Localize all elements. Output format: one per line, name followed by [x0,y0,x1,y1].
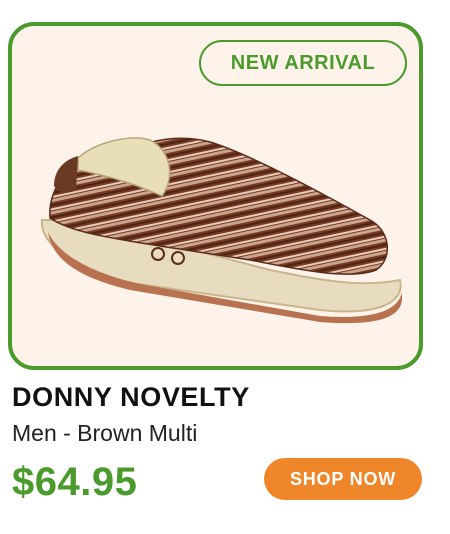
product-variant: Men - Brown Multi [12,420,198,446]
shop-now-button[interactable]: SHOP NOW [264,458,422,500]
new-arrival-badge: NEW ARRIVAL [199,40,407,86]
product-image[interactable] [20,120,410,340]
product-name: DONNY NOVELTY [12,382,250,412]
product-price: $64.95 [12,460,138,504]
